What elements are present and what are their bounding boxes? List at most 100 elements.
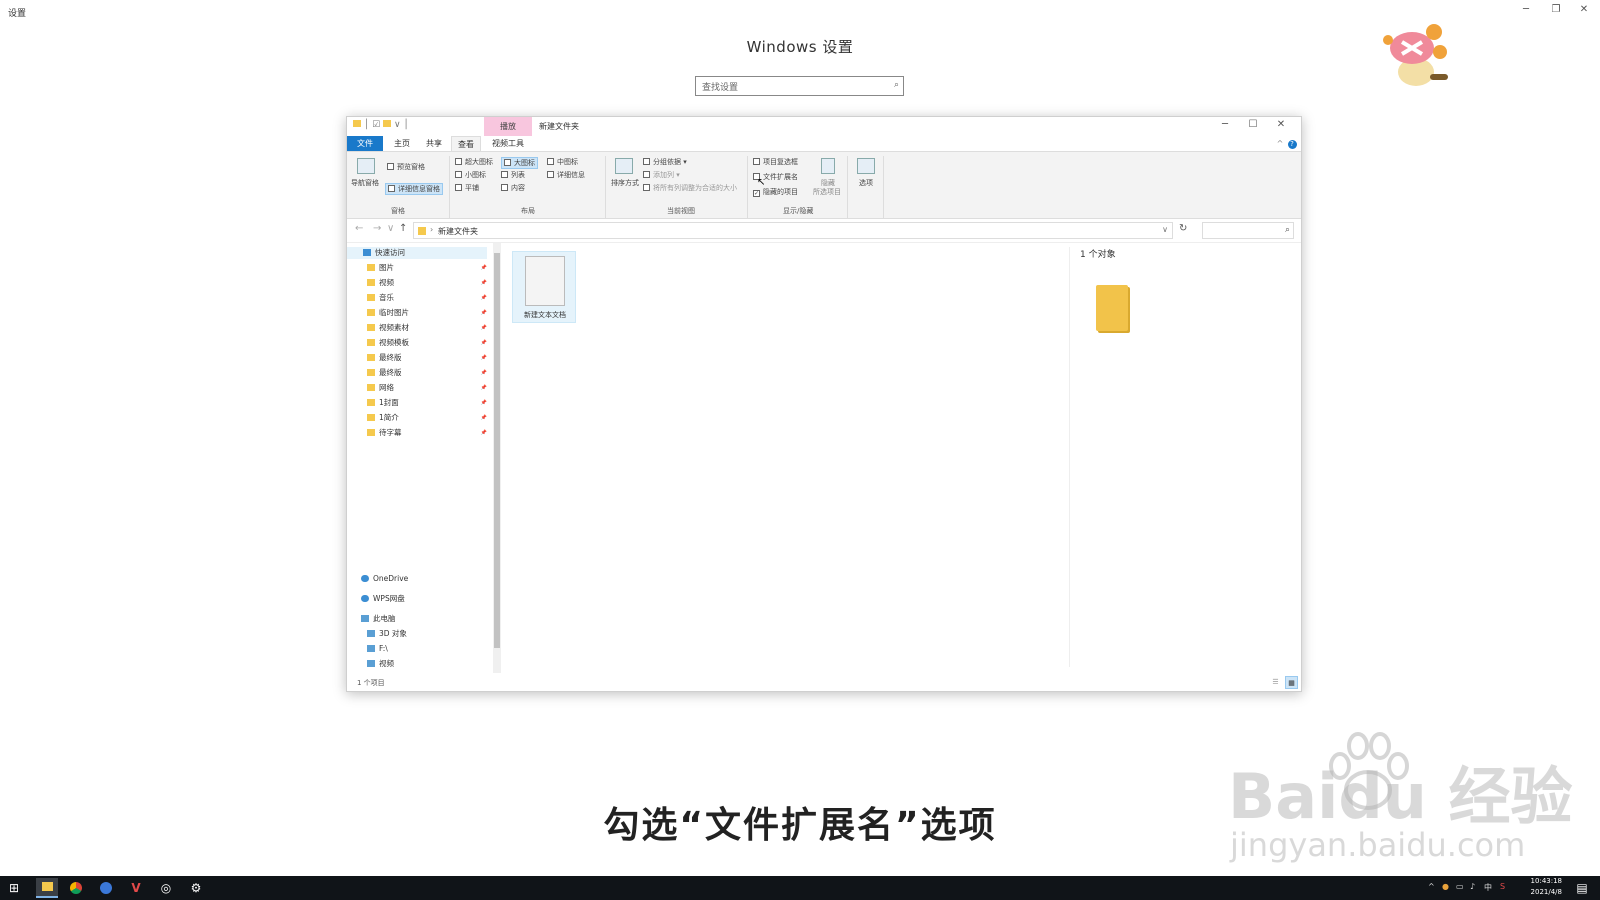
clock-time[interactable]: 10:43:18 — [1531, 877, 1562, 885]
address-path-field[interactable]: › 新建文件夹 ∨ — [413, 222, 1173, 239]
nav-quick-item[interactable]: 临时图片 📌 — [367, 307, 487, 319]
nav-quick-item[interactable]: 网络 📌 — [367, 382, 487, 394]
navigation-pane-icon[interactable] — [357, 158, 375, 174]
recent-chevron-icon[interactable]: ∨ — [387, 223, 394, 234]
file-item[interactable]: 新建文本文档 — [512, 251, 576, 323]
nav-onedrive[interactable]: OneDrive — [361, 573, 408, 585]
nav-quick-item[interactable]: 最终版 📌 — [367, 367, 487, 379]
nav-quick-item[interactable]: 1封面 📌 — [367, 397, 487, 409]
scroll-thumb[interactable] — [494, 253, 500, 648]
network-icon[interactable]: ▭ — [1456, 882, 1464, 891]
nav-quick-item[interactable]: 最终版 📌 — [367, 352, 487, 364]
nav-quick-item[interactable]: 视频素材 📌 — [367, 322, 487, 334]
pin-icon[interactable]: 📌 — [481, 352, 487, 364]
pin-icon[interactable]: 📌 — [481, 322, 487, 334]
explorer-close-button[interactable]: ✕ — [1267, 119, 1295, 130]
video-editor-icon[interactable]: V — [128, 880, 144, 896]
pin-icon[interactable]: 📌 — [481, 412, 487, 424]
close-button[interactable]: ✕ — [1570, 4, 1598, 15]
address-dropdown-icon[interactable]: ∨ — [1162, 225, 1168, 234]
folder-search-input[interactable]: ⌕ — [1202, 222, 1294, 239]
details-pane-button[interactable]: 详细信息窗格 — [385, 183, 443, 195]
pin-icon[interactable]: 📌 — [481, 337, 487, 349]
file-explorer-icon[interactable] — [36, 878, 58, 898]
pin-icon[interactable]: 📌 — [481, 427, 487, 439]
item-checkboxes-option[interactable]: 项目复选框 — [753, 157, 798, 167]
nav-quick-item[interactable]: 视频模板 📌 — [367, 337, 487, 349]
tray-app-icon[interactable]: ● — [1442, 882, 1449, 891]
volume-icon[interactable]: ♪ — [1470, 882, 1475, 891]
forward-arrow-icon[interactable]: → — [373, 223, 381, 234]
help-icon[interactable]: ? — [1287, 136, 1297, 151]
collapse-ribbon-icon[interactable]: ^ — [1275, 136, 1285, 151]
layout-extra-large-icons[interactable]: 超大图标 — [455, 157, 493, 167]
quick-access-toolbar[interactable]: │ ☑ ∨ │ — [353, 120, 409, 130]
layout-small-icons[interactable]: 小图标 — [455, 170, 486, 180]
pin-icon[interactable]: 📌 — [481, 397, 487, 409]
size-all-columns-button[interactable]: 将所有列调整为合适的大小 — [643, 183, 737, 193]
nav-pc-item[interactable]: 视频 — [367, 658, 394, 670]
nav-scrollbar[interactable] — [493, 243, 501, 673]
pin-icon[interactable]: 📌 — [481, 277, 487, 289]
sort-by-button[interactable]: 排序方式 — [611, 178, 639, 188]
explorer-maximize-button[interactable]: ☐ — [1239, 119, 1267, 130]
explorer-minimize-button[interactable]: ─ — [1211, 119, 1239, 130]
layout-content[interactable]: 内容 — [501, 183, 525, 193]
chrome-icon[interactable] — [68, 880, 84, 896]
tab-view[interactable]: 查看 — [451, 136, 481, 151]
pin-icon[interactable]: 📌 — [481, 307, 487, 319]
tab-home[interactable]: 主页 — [387, 136, 417, 151]
refresh-icon[interactable]: ↻ — [1179, 223, 1187, 234]
group-by-button[interactable]: 分组依据 ▾ — [643, 157, 687, 167]
nav-wps-drive[interactable]: WPS网盘 — [361, 593, 405, 605]
nav-pc-item[interactable]: 3D 对象 — [367, 628, 407, 640]
layout-large-icons[interactable]: 大图标 — [501, 157, 538, 169]
back-arrow-icon[interactable]: ← — [355, 223, 363, 234]
nav-quick-item[interactable]: 视频 📌 — [367, 277, 487, 289]
tab-share[interactable]: 共享 — [419, 136, 449, 151]
add-columns-button[interactable]: 添加列 ▾ — [643, 170, 680, 180]
item-checkboxes-checkbox[interactable] — [753, 158, 760, 165]
recorder-icon[interactable]: ◎ — [158, 880, 174, 896]
hidden-items-checkbox[interactable]: ✓ — [753, 190, 760, 197]
preview-pane-button[interactable]: 预览窗格 — [387, 162, 425, 172]
contextual-tab-play[interactable]: 播放 — [484, 117, 532, 136]
pin-icon[interactable]: 📌 — [481, 262, 487, 274]
nav-quick-item[interactable]: 音乐 📌 — [367, 292, 487, 304]
options-button[interactable]: 选项 — [859, 178, 873, 188]
navigation-pane-button[interactable]: 导航窗格 — [351, 178, 379, 188]
notification-icon[interactable]: ▤ — [1574, 880, 1590, 896]
minimize-button[interactable]: ─ — [1512, 4, 1540, 15]
settings-search-input[interactable]: 查找设置 ⌕ — [695, 76, 904, 96]
maximize-button[interactable]: ❐ — [1542, 4, 1570, 15]
input-method-icon[interactable]: S — [1500, 882, 1505, 891]
sort-by-icon[interactable] — [615, 158, 633, 174]
nav-quick-item[interactable]: 1简介 📌 — [367, 412, 487, 424]
properties-icon[interactable]: ☑ — [372, 120, 380, 130]
pin-icon[interactable]: 📌 — [481, 382, 487, 394]
nav-this-pc[interactable]: 此电脑 — [361, 613, 396, 625]
nav-quick-item[interactable]: 图片 📌 — [367, 262, 487, 274]
layout-list[interactable]: 列表 — [501, 170, 525, 180]
large-icons-view-icon[interactable]: ▦ — [1285, 676, 1298, 689]
layout-medium-icons[interactable]: 中图标 — [547, 157, 578, 167]
nav-quick-access[interactable]: 快速访问 — [347, 247, 487, 259]
tab-video-tools[interactable]: 视频工具 — [485, 136, 531, 151]
browser-icon[interactable] — [98, 880, 114, 896]
tray-expand-icon[interactable]: ^ — [1428, 882, 1435, 891]
tab-file[interactable]: 文件 — [347, 136, 383, 151]
new-folder-icon[interactable] — [383, 120, 392, 127]
layout-tiles[interactable]: 平铺 — [455, 183, 479, 193]
windows-start-icon[interactable]: ⊞ — [6, 880, 22, 896]
nav-quick-item[interactable]: 待字幕 📌 — [367, 427, 487, 439]
hidden-items-option[interactable]: ✓ 隐藏的项目 — [753, 187, 798, 197]
ime-indicator[interactable]: 中 — [1484, 882, 1492, 893]
pin-icon[interactable]: 📌 — [481, 292, 487, 304]
options-icon[interactable] — [857, 158, 875, 174]
nav-pc-item[interactable]: F:\ — [367, 643, 388, 655]
hide-selected-icon[interactable] — [821, 158, 835, 174]
clock-date[interactable]: 2021/4/8 — [1531, 888, 1562, 896]
gear-icon[interactable]: ⚙ — [188, 880, 204, 896]
layout-details[interactable]: 详细信息 — [547, 170, 585, 180]
chevron-down-icon[interactable]: ∨ — [394, 120, 401, 130]
